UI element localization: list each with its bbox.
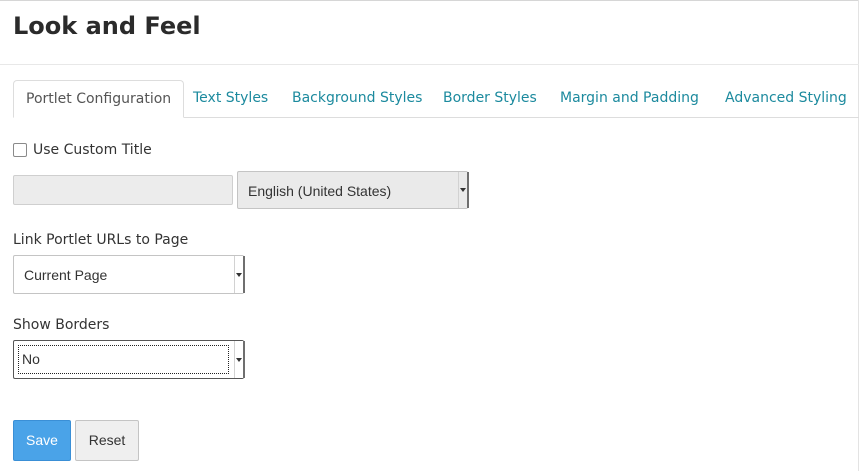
tab-margin-and-padding[interactable]: Margin and Padding xyxy=(560,80,699,116)
use-custom-title-label: Use Custom Title xyxy=(33,142,152,158)
tab-border-styles[interactable]: Border Styles xyxy=(443,80,537,116)
page-title: Look and Feel xyxy=(13,12,201,40)
tab-background-styles[interactable]: Background Styles xyxy=(292,80,422,116)
language-select[interactable]: English (United States) xyxy=(237,171,469,209)
use-custom-title-row: Use Custom Title xyxy=(13,140,152,160)
focus-ring xyxy=(18,345,229,374)
tab-portlet-configuration[interactable]: Portlet Configuration xyxy=(13,80,185,118)
link-portlet-urls-label: Link Portlet URLs to Page xyxy=(13,232,189,248)
chevron-down-icon xyxy=(234,341,243,378)
tab-bar: Portlet Configuration Text Styles Backgr… xyxy=(13,80,859,118)
custom-title-input[interactable] xyxy=(13,175,233,205)
select-edge xyxy=(243,256,245,293)
select-edge xyxy=(243,341,245,378)
save-button[interactable]: Save xyxy=(13,420,71,461)
language-select-value: English (United States) xyxy=(248,183,392,199)
page-header: Look and Feel xyxy=(0,0,859,65)
tab-advanced-styling[interactable]: Advanced Styling xyxy=(725,80,847,116)
link-portlet-urls-value: Current Page xyxy=(24,267,108,283)
chevron-down-icon xyxy=(234,256,243,293)
chevron-down-icon xyxy=(458,172,467,208)
select-edge xyxy=(467,172,469,208)
show-borders-select[interactable]: No xyxy=(13,340,245,379)
link-portlet-urls-select[interactable]: Current Page xyxy=(13,255,245,294)
show-borders-value: No xyxy=(22,351,40,367)
use-custom-title-checkbox[interactable] xyxy=(13,143,27,157)
reset-button[interactable]: Reset xyxy=(75,420,139,461)
show-borders-label: Show Borders xyxy=(13,317,110,333)
tab-text-styles[interactable]: Text Styles xyxy=(193,80,268,116)
